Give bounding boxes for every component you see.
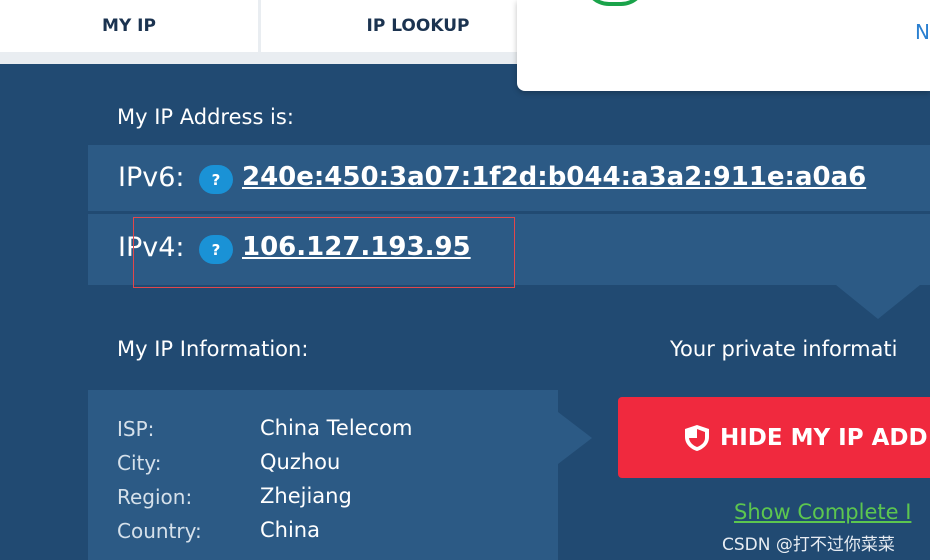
status-badge-icon: [583, 0, 647, 6]
city-key: City:: [117, 451, 162, 475]
popup-link[interactable]: N: [915, 20, 930, 44]
isp-value: China Telecom: [260, 416, 413, 440]
city-value: Quzhou: [260, 450, 341, 474]
ipv6-address-link[interactable]: 240e:450:3a07:1f2d:b044:a3a2:911e:a0a6: [242, 162, 866, 192]
country-value: China: [260, 518, 320, 542]
isp-key: ISP:: [117, 417, 155, 441]
ipv6-label: IPv6:: [118, 162, 185, 193]
region-key: Region:: [117, 485, 193, 509]
private-info-text: Your private informati: [670, 337, 898, 361]
ipv6-help-icon[interactable]: ?: [199, 165, 233, 194]
ip-address-heading: My IP Address is:: [117, 105, 294, 129]
ip-panel-pointer: [836, 285, 920, 319]
tab-my-ip[interactable]: MY IP: [0, 0, 258, 52]
ip-information-heading: My IP Information:: [117, 337, 309, 361]
region-value: Zhejiang: [260, 484, 352, 508]
highlight-box: [133, 217, 515, 288]
ipv6-row: IPv6: ? 240e:450:3a07:1f2d:b044:a3a2:911…: [88, 145, 930, 211]
watermark: CSDN @打不过你菜菜: [722, 535, 895, 555]
shield-icon: [682, 423, 712, 453]
hide-my-ip-button[interactable]: HIDE MY IP ADD: [618, 397, 930, 478]
country-key: Country:: [117, 519, 202, 543]
notification-popup: N: [517, 0, 930, 91]
hide-my-ip-label: HIDE MY IP ADD: [720, 424, 928, 451]
show-complete-link[interactable]: Show Complete I: [734, 500, 911, 524]
info-panel-arrow: [558, 412, 592, 464]
